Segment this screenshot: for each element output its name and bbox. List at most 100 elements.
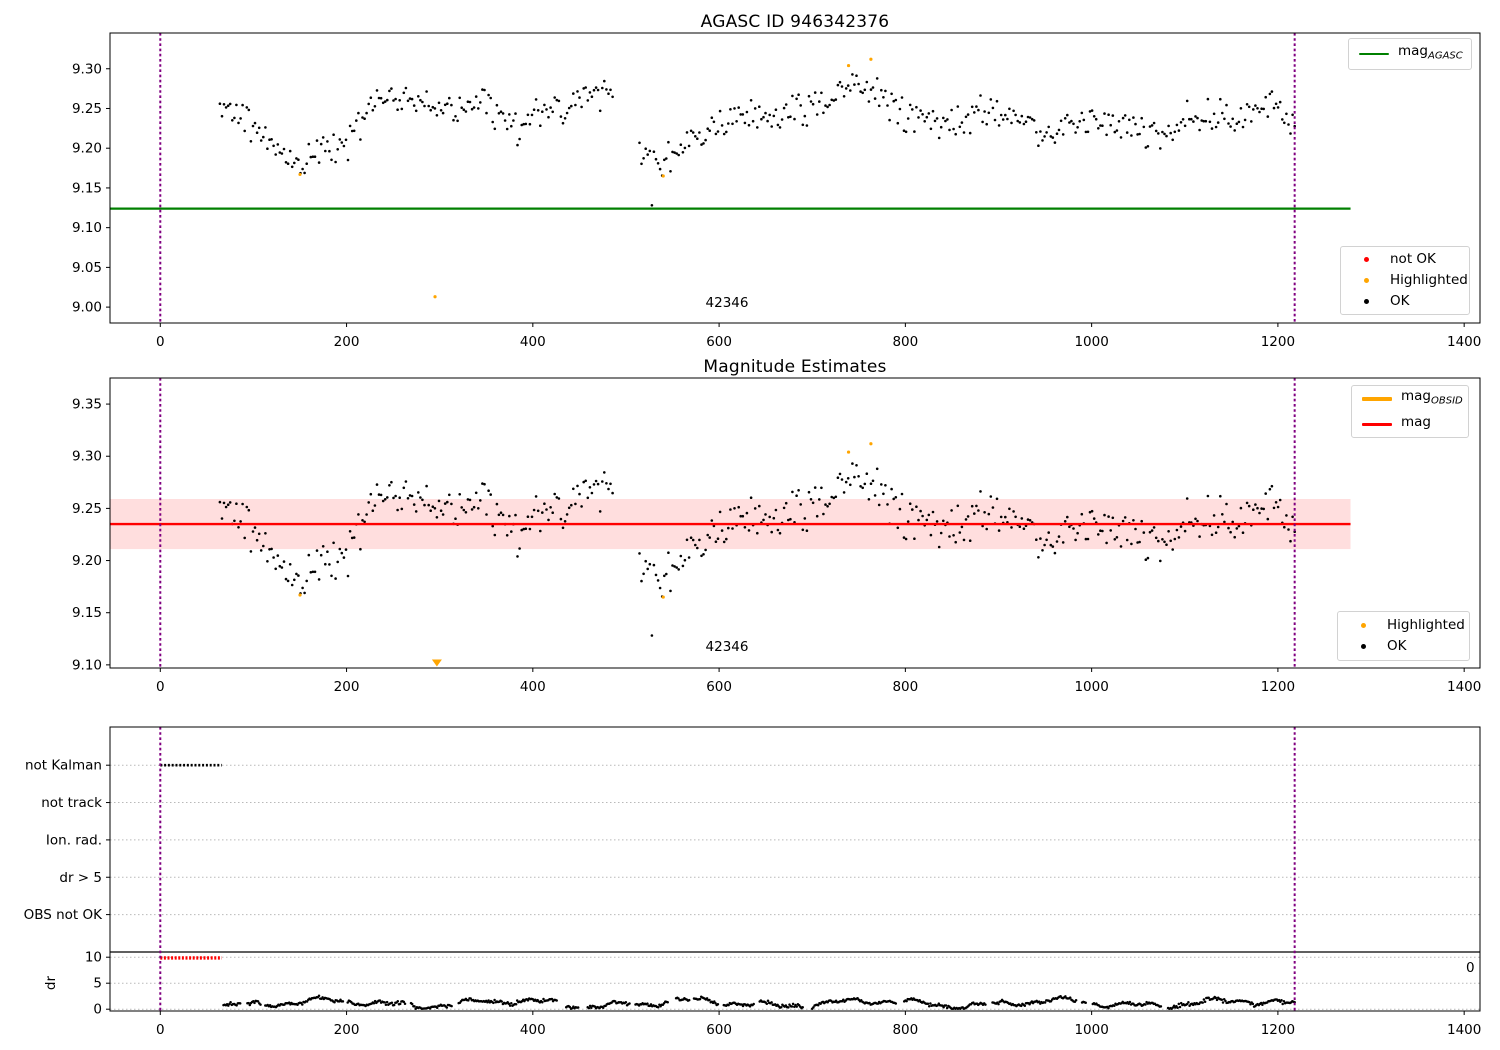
legend-label-sub: AGASC <box>1428 50 1463 62</box>
highlighted-marker <box>1363 278 1369 283</box>
x-tick-label: 600 <box>706 1022 732 1038</box>
legend-handle <box>1351 299 1381 304</box>
x-tick-label: 0 <box>156 679 165 695</box>
x-tick-label: 400 <box>520 679 546 695</box>
x-tick-label: 1200 <box>1261 679 1295 695</box>
y-tick-label: 9.30 <box>72 61 102 77</box>
x-tick-label: 600 <box>706 679 732 695</box>
legend-label-main: mag <box>1401 387 1431 404</box>
y-tick-label: 9.30 <box>72 449 102 465</box>
y-tick-label: 9.15 <box>72 180 102 196</box>
clipped-low-marker <box>431 659 442 667</box>
dr-tick-label: 10 <box>85 950 102 966</box>
ok-points-top <box>218 73 1296 207</box>
dr-points <box>222 994 1296 1010</box>
flag-category-label: dr > 5 <box>59 870 102 886</box>
mag-line-sample <box>1362 422 1392 426</box>
x-tick-label: 800 <box>892 679 918 695</box>
x-tick-label: 400 <box>520 334 546 350</box>
y-tick-label: 9.15 <box>72 605 102 621</box>
legend-handle <box>1362 396 1392 401</box>
legend-status-top: not OK Highlighted OK <box>1340 246 1470 315</box>
x-tick-label: 200 <box>334 679 360 695</box>
top-panel-title: AGASC ID 946342376 <box>700 12 890 32</box>
dr-tick-label: 5 <box>93 976 102 992</box>
flag-category-label: OBS not OK <box>24 907 104 923</box>
x-tick-label: 200 <box>334 334 360 350</box>
y-tick-label: 9.25 <box>72 501 102 517</box>
legend-label-main: mag <box>1398 43 1428 60</box>
agasc-line-sample <box>1359 52 1389 56</box>
ok-marker <box>1360 644 1366 649</box>
y-tick-label: 9.05 <box>72 260 102 276</box>
x-tick-label: 200 <box>334 1022 360 1038</box>
legend-label: Highlighted <box>1390 272 1468 288</box>
legend-label: not OK <box>1390 251 1436 267</box>
x-tick-label: 1000 <box>1074 1022 1108 1038</box>
legend-row: OK <box>1348 639 1459 654</box>
axes-frame <box>109 726 1481 1012</box>
legend-label: OK <box>1387 638 1407 654</box>
legend-handle <box>1351 278 1381 283</box>
legend-row: magAGASC <box>1359 44 1463 64</box>
not-ok-marker <box>1363 257 1369 262</box>
obsid-annotation-top: 42346 <box>705 295 749 311</box>
legend-mag-lines: magOBSID mag <box>1351 385 1469 438</box>
flag-category-label: not track <box>41 795 102 811</box>
legend-handle <box>1359 52 1389 56</box>
x-tick-label: 800 <box>892 334 918 350</box>
legend-row: magOBSID <box>1362 388 1463 409</box>
middle-panel-title: Magnitude Estimates <box>703 357 887 377</box>
legend-row: not OK <box>1351 252 1459 267</box>
ok-marker <box>1363 299 1369 304</box>
x-tick-label: 400 <box>520 1022 546 1038</box>
x-tick-label: 1000 <box>1074 334 1108 350</box>
x-tick-label: 1400 <box>1447 1022 1481 1038</box>
x-tick-label: 600 <box>706 334 732 350</box>
x-tick-label: 800 <box>892 1022 918 1038</box>
ok-points-middle <box>218 462 1296 637</box>
legend-handle <box>1351 257 1381 262</box>
x-tick-label: 1200 <box>1261 1022 1295 1038</box>
y-tick-label: 9.20 <box>72 553 102 569</box>
dr-tick-label: 0 <box>93 1002 102 1018</box>
dr-axis-label: dr <box>43 975 60 991</box>
y-tick-label: 9.20 <box>72 141 102 157</box>
legend-label-main: mag <box>1401 413 1431 430</box>
plots-canvas: 0 200 400 600 800 1000 1200 14009.009.059.109.1… <box>24 32 1481 1038</box>
x-tick-label: 0 <box>156 334 165 350</box>
legend-mag-agasc: magAGASC <box>1348 38 1472 70</box>
y-tick-label: 9.10 <box>72 657 102 673</box>
axes-frame <box>109 32 1481 324</box>
legend-handle <box>1362 422 1392 426</box>
legend-handle <box>1348 623 1378 628</box>
legend-status-middle: Highlighted OK <box>1337 611 1470 661</box>
legend-label: Highlighted <box>1387 617 1465 633</box>
legend-label: OK <box>1390 293 1410 309</box>
mag-obsid-line-sample <box>1362 396 1392 401</box>
legend-row: OK <box>1351 294 1459 309</box>
legend-handle <box>1348 644 1378 649</box>
highlighted-marker <box>1360 623 1366 628</box>
x-tick-label: 1200 <box>1261 334 1295 350</box>
legend-label: magAGASC <box>1398 44 1463 64</box>
y-tick-label: 9.25 <box>72 101 102 117</box>
legend-row: mag <box>1362 413 1458 435</box>
right-edge-clipped-tick: 0 <box>1466 960 1475 976</box>
legend-row: Highlighted <box>1348 618 1465 633</box>
x-tick-label: 1000 <box>1074 679 1108 695</box>
figure: 0 200 400 600 800 1000 1200 1400 9.00 9.05 9.10 9.1… <box>0 0 1500 1050</box>
legend-label: magOBSID <box>1401 387 1463 409</box>
y-tick-label: 9.35 <box>72 397 102 413</box>
x-tick-label: 0 <box>156 1022 165 1038</box>
y-tick-label: 9.10 <box>72 220 102 236</box>
legend-label: mag <box>1401 413 1431 435</box>
legend-row: Highlighted <box>1351 273 1468 288</box>
x-tick-label: 1400 <box>1447 334 1481 350</box>
x-tick-label: 1400 <box>1447 679 1481 695</box>
obsid-annotation-middle: 42346 <box>705 639 749 655</box>
highlighted-points-top <box>298 57 873 299</box>
legend-label-sub: OBSID <box>1431 395 1463 407</box>
flag-category-label: not Kalman <box>25 758 102 774</box>
flag-category-label: Ion. rad. <box>46 832 102 848</box>
